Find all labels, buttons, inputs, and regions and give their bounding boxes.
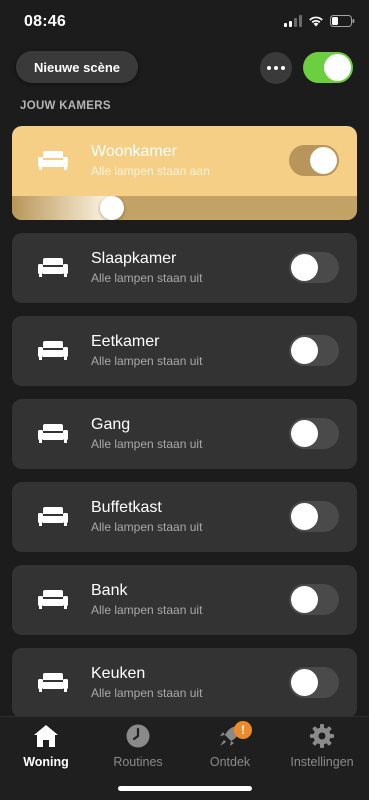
toggle-knob <box>310 147 337 174</box>
sofa-icon <box>38 341 68 360</box>
tab-label: Instellingen <box>290 755 354 769</box>
room-name: Buffetkast <box>91 499 162 516</box>
top-bar: Nieuwe scène <box>0 50 369 86</box>
room-toggle[interactable] <box>289 145 339 176</box>
room-name: Slaapkamer <box>91 250 177 267</box>
cellular-signal-icon <box>284 15 302 27</box>
toggle-knob <box>291 254 318 281</box>
room-status: Alle lampen staan uit <box>91 603 203 617</box>
room-card-keuken[interactable]: Keuken Alle lampen staan uit <box>12 648 357 718</box>
wifi-icon <box>309 16 323 27</box>
room-toggle[interactable] <box>289 584 339 615</box>
room-name: Gang <box>91 416 131 433</box>
sofa-icon <box>38 151 68 170</box>
toggle-knob <box>291 586 318 613</box>
room-card-slaapkamer[interactable]: Slaapkamer Alle lampen staan uit <box>12 233 357 303</box>
new-scene-button[interactable]: Nieuwe scène <box>16 51 138 83</box>
tab-label: Woning <box>23 755 69 769</box>
toggle-knob <box>291 503 318 530</box>
all-lights-toggle[interactable] <box>303 52 353 83</box>
room-status: Alle lampen staan uit <box>91 354 203 368</box>
more-options-button[interactable] <box>260 52 292 84</box>
brightness-slider-knob[interactable] <box>100 196 124 220</box>
tab-label: Ontdek <box>209 755 251 769</box>
brightness-slider[interactable] <box>12 196 357 220</box>
tab-routines[interactable]: Routines <box>92 723 184 773</box>
clock-icon <box>126 724 150 748</box>
room-card-buffetkast[interactable]: Buffetkast Alle lampen staan uit <box>12 482 357 552</box>
room-toggle[interactable] <box>289 501 339 532</box>
room-card-woonkamer[interactable]: Woonkamer Alle lampen staan aan <box>12 126 357 220</box>
room-name: Woonkamer <box>91 143 177 160</box>
tab-ontdek[interactable]: ! Ontdek <box>184 721 276 773</box>
battery-icon <box>330 15 355 27</box>
section-title: JOUW KAMERS <box>20 100 111 112</box>
sofa-icon <box>38 590 68 609</box>
room-status: Alle lampen staan uit <box>91 686 203 700</box>
sofa-icon <box>38 673 68 692</box>
room-card-bank[interactable]: Bank Alle lampen staan uit <box>12 565 357 635</box>
room-card-gang[interactable]: Gang Alle lampen staan uit <box>12 399 357 469</box>
sofa-icon <box>38 507 68 526</box>
room-toggle[interactable] <box>289 418 339 449</box>
room-list: Woonkamer Alle lampen staan aan Slaapkam… <box>12 126 357 731</box>
status-icons <box>284 15 355 27</box>
room-status: Alle lampen staan uit <box>91 520 203 534</box>
gear-icon <box>310 724 334 748</box>
room-status: Alle lampen staan uit <box>91 437 203 451</box>
room-toggle[interactable] <box>289 335 339 366</box>
toggle-knob <box>291 669 318 696</box>
status-bar: 08:46 <box>0 0 369 44</box>
room-toggle[interactable] <box>289 252 339 283</box>
more-dot-icon <box>274 66 278 70</box>
toggle-knob <box>324 54 351 81</box>
sofa-icon <box>38 424 68 443</box>
status-time: 08:46 <box>24 13 66 30</box>
home-icon <box>34 725 58 747</box>
tab-instellingen[interactable]: Instellingen <box>276 723 368 773</box>
room-name: Eetkamer <box>91 333 160 350</box>
notification-badge: ! <box>234 721 252 739</box>
room-name: Keuken <box>91 665 146 682</box>
tab-woning[interactable]: Woning <box>0 723 92 773</box>
room-status: Alle lampen staan aan <box>91 164 210 178</box>
room-card-eetkamer[interactable]: Eetkamer Alle lampen staan uit <box>12 316 357 386</box>
room-name: Bank <box>91 582 128 599</box>
sofa-icon <box>38 258 68 277</box>
home-indicator <box>118 786 252 791</box>
room-toggle[interactable] <box>289 667 339 698</box>
tab-label: Routines <box>113 755 163 769</box>
more-dot-icon <box>281 66 285 70</box>
brightness-slider-fill <box>12 196 112 220</box>
toggle-knob <box>291 420 318 447</box>
room-status: Alle lampen staan uit <box>91 271 203 285</box>
toggle-knob <box>291 337 318 364</box>
more-dot-icon <box>267 66 271 70</box>
